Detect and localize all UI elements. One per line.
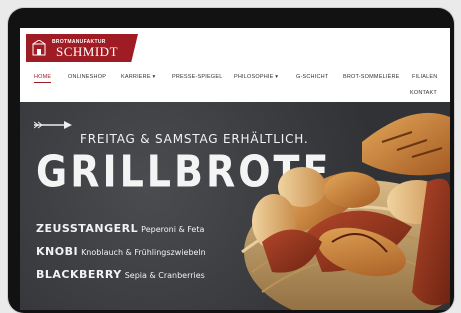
product-name: BLACKBERRY [36,268,122,281]
product-line: ZEUSSTANGERL Peperoni & Feta [36,222,204,235]
nav-onlineshop[interactable]: ONLINESHOP [68,74,106,80]
product-line: BLACKBERRY Sepia & Cranberries [36,268,205,281]
product-desc: Peperoni & Feta [141,225,205,234]
logo-name: SCHMIDT [56,44,119,59]
nav-filialen[interactable]: FILIALEN [412,74,437,80]
bakery-logo-icon [32,40,46,56]
nav-presse-spiegel[interactable]: PRESSE-SPIEGEL [172,74,223,80]
product-line: KNOBI Knoblauch & Frühlingszwiebeln [36,245,206,258]
nav-brot-sommeliere[interactable]: BROT-SOMMELIÈRE [343,74,399,80]
product-name: KNOBI [36,245,79,258]
product-name: ZEUSSTANGERL [36,222,139,235]
brand-logo[interactable]: BROTMANUFAKTUR SCHMIDT [26,34,138,62]
nav-philosophie[interactable]: PHILOSOPHIE ▾ [234,74,278,80]
product-desc: Sepia & Cranberries [124,271,205,280]
device-frame: BROTMANUFAKTUR SCHMIDT HOME ONLINESHOP K… [8,8,454,313]
site-header: BROTMANUFAKTUR SCHMIDT HOME ONLINESHOP K… [20,28,450,102]
nav-karriere[interactable]: KARRIERE ▾ [121,74,155,80]
nav-kontakt[interactable]: KONTAKT [410,90,437,96]
nav-g-schicht[interactable]: G-SCHICHT [296,74,328,80]
nav-home[interactable]: HOME [34,74,52,83]
arrow-decoration-icon [34,121,72,129]
bread-basket-image [241,112,450,310]
hero-banner[interactable]: FREITAG & SAMSTAG ERHÄLTLICH. GRILLBROTE… [20,102,450,310]
product-desc: Knoblauch & Frühlingszwiebeln [81,248,206,257]
main-nav: HOME ONLINESHOP KARRIERE ▾ PRESSE-SPIEGE… [20,68,450,102]
website-screen: BROTMANUFAKTUR SCHMIDT HOME ONLINESHOP K… [20,28,450,310]
